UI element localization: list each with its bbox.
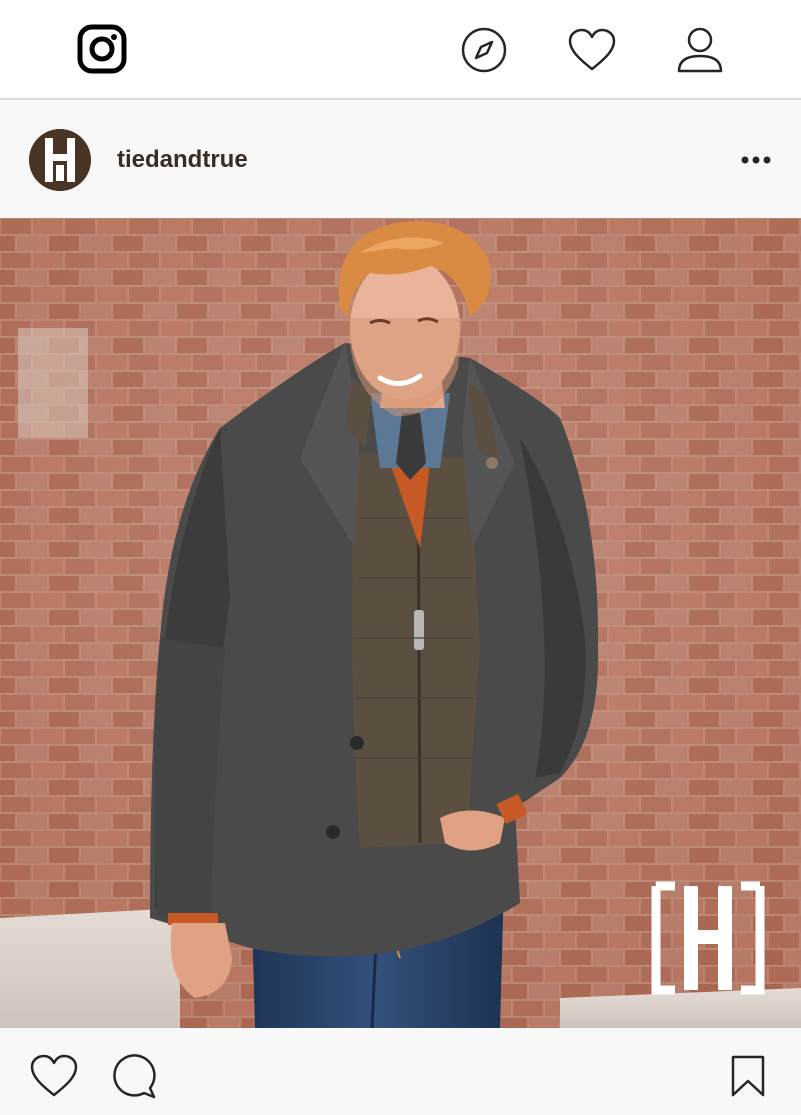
bookmark-icon[interactable] xyxy=(728,1054,768,1098)
heart-icon[interactable] xyxy=(568,28,616,72)
instagram-logo-icon[interactable] xyxy=(77,24,127,74)
post-photo[interactable] xyxy=(0,218,801,1028)
post-username[interactable]: tiedandtrue xyxy=(117,146,248,174)
post-header: tiedandtrue xyxy=(0,100,801,218)
tiedandtrue-logo xyxy=(29,129,91,191)
speech-bubble-icon[interactable] xyxy=(110,1052,158,1100)
avatar[interactable] xyxy=(29,129,91,191)
more-options-icon[interactable] xyxy=(738,150,774,170)
post-action-bar xyxy=(0,1028,801,1115)
compass-icon[interactable] xyxy=(461,27,507,73)
user-icon[interactable] xyxy=(676,26,724,74)
heart-icon[interactable] xyxy=(30,1053,78,1099)
top-navigation-bar xyxy=(0,0,801,100)
post-image xyxy=(0,218,801,1028)
